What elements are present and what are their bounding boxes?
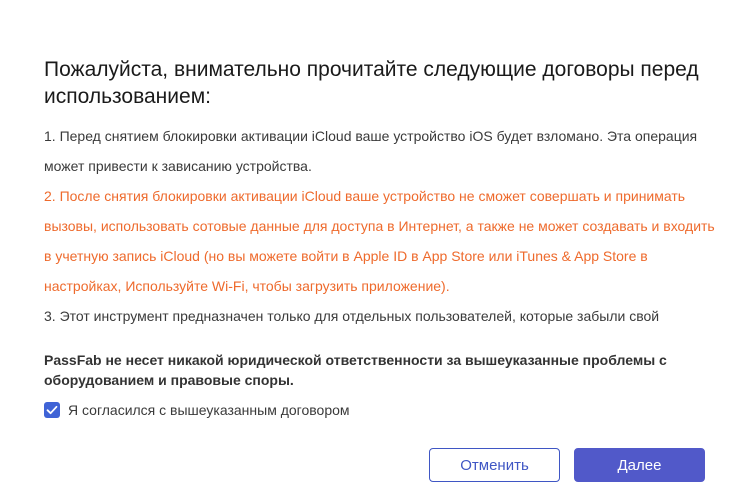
agree-checkbox[interactable] <box>44 402 60 418</box>
agreement-dialog: Пожалуйста, внимательно прочитайте следу… <box>0 0 750 503</box>
agree-label: Я согласился с вышеуказанным договором <box>68 402 350 418</box>
checkmark-icon <box>46 405 58 415</box>
dialog-title: Пожалуйста, внимательно прочитайте следу… <box>44 58 699 108</box>
agree-checkbox-row[interactable]: Я согласился с вышеуказанным договором <box>44 401 350 419</box>
cancel-button[interactable]: Отменить <box>429 448 560 482</box>
term-1: 1. Перед снятием блокировки активации iC… <box>44 128 698 174</box>
terms-list: 1. Перед снятием блокировки активации iC… <box>44 121 724 331</box>
next-button[interactable]: Далее <box>574 448 705 482</box>
term-3: 3. Этот инструмент предназначен только д… <box>44 308 660 324</box>
disclaimer-text: PassFab не несет никакой юридической отв… <box>44 352 667 388</box>
term-2-warning: 2. После снятия блокировки активации iCl… <box>44 188 715 294</box>
